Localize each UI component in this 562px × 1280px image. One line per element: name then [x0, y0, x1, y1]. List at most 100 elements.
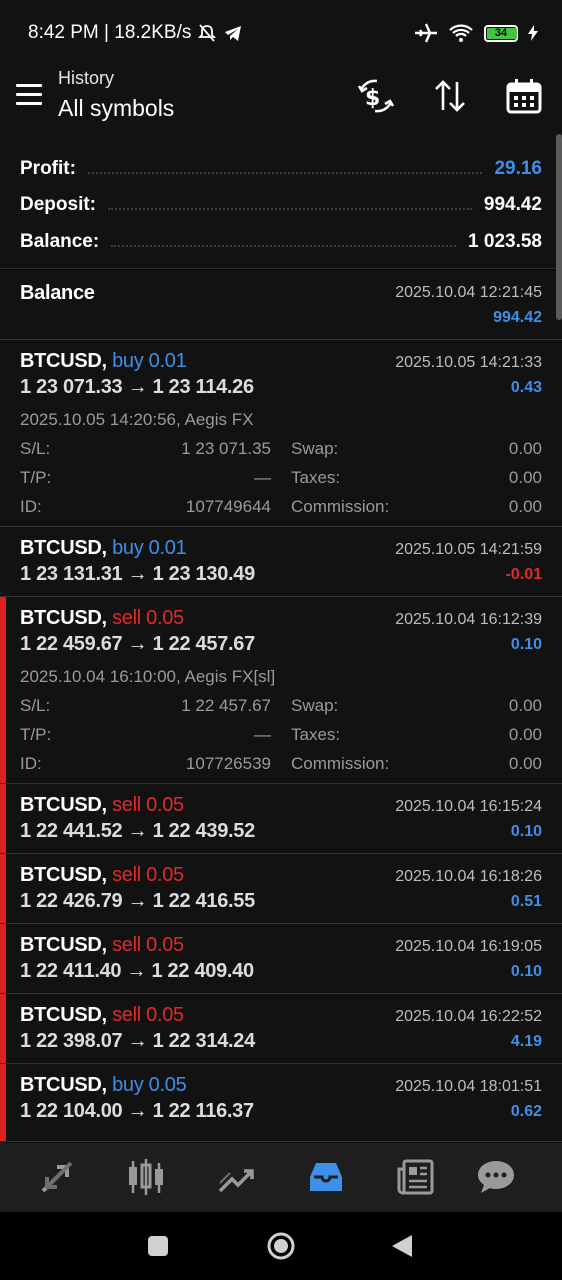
charging-icon — [528, 25, 538, 41]
deal-prices: 1 23 131.31 → 1 23 130.49 — [20, 563, 255, 585]
deal-time: 2025.10.05 14:21:33 — [395, 354, 542, 371]
deal-profit: 0.43 — [510, 379, 542, 396]
dotted-leader — [108, 208, 472, 210]
deal-profit: 994.42 — [493, 309, 542, 326]
list-item[interactable]: BTCUSD, sell 0.05 1 22 459.67 → 1 22 457… — [0, 597, 562, 784]
home-icon[interactable] — [266, 1231, 296, 1261]
deals-list[interactable]: Balance 2025.10.04 12:21:45 994.42 BTCUS… — [0, 270, 562, 1143]
dotted-leader — [111, 245, 457, 247]
svg-text:$: $ — [365, 86, 380, 111]
status-left: 8:42 PM | 18.2KB/s — [28, 22, 243, 44]
battery-level: 34 — [494, 27, 508, 39]
deal-direction: sell 0.05 — [112, 934, 184, 956]
battery-icon: 34 — [484, 24, 518, 42]
system-nav-bar — [0, 1212, 562, 1280]
chat-icon[interactable] — [474, 1155, 518, 1199]
balance-value: 1 023.58 — [468, 231, 542, 252]
deal-direction: sell 0.05 — [112, 864, 184, 886]
currency-exchange-icon[interactable]: $ — [356, 76, 396, 116]
quotes-icon[interactable] — [35, 1155, 79, 1199]
swap-row: Swap: 0.00 — [291, 696, 542, 715]
deal-symbol: BTCUSD, sell 0.05 — [20, 934, 184, 956]
profit-label: Profit: — [20, 158, 76, 179]
list-item[interactable]: BTCUSD, sell 0.05 1 22 398.07 → 1 22 314… — [0, 994, 562, 1064]
sl-row: S/L: 1 23 071.35 — [20, 439, 271, 458]
list-item[interactable]: BTCUSD, sell 0.05 1 22 411.40 → 1 22 409… — [0, 924, 562, 994]
deal-symbol: BTCUSD, sell 0.05 — [20, 607, 184, 629]
dotted-leader — [87, 172, 483, 174]
deal-profit: 4.19 — [510, 1033, 542, 1050]
sl-row: S/L: 1 22 457.67 — [20, 696, 271, 715]
deal-open-info: 2025.10.04 16:10:00, Aegis FX[sl] — [20, 667, 276, 686]
deal-profit: -0.01 — [505, 566, 542, 583]
deal-direction: buy 0.01 — [112, 350, 187, 372]
trade-icon[interactable] — [214, 1155, 258, 1199]
commission-row: Commission: 0.00 — [291, 754, 542, 773]
deal-profit: 0.10 — [510, 823, 542, 840]
commission-row: Commission: 0.00 — [291, 497, 542, 516]
scrollbar[interactable] — [556, 134, 562, 320]
deal-prices: 1 22 411.40 → 1 22 409.40 — [20, 960, 254, 982]
deal-direction: sell 0.05 — [112, 607, 184, 629]
deposit-label: Deposit: — [20, 194, 96, 215]
deposit-value: 994.42 — [483, 194, 542, 215]
page-title[interactable]: All symbols — [58, 95, 174, 122]
deal-profit: 0.10 — [510, 636, 542, 653]
back-icon[interactable] — [390, 1233, 414, 1259]
status-right: 34 — [414, 22, 538, 44]
deal-direction: buy 0.05 — [112, 1074, 187, 1096]
deal-prices: 1 22 459.67 → 1 22 457.67 — [20, 633, 255, 655]
deal-prices: 1 23 071.33 → 1 23 114.26 — [20, 376, 254, 398]
deal-symbol: BTCUSD, buy 0.01 — [20, 537, 187, 559]
balance-row: Balance: 1 023.58 — [20, 223, 542, 253]
swap-row: Swap: 0.00 — [291, 439, 542, 458]
deal-prices: 1 22 104.00 → 1 22 116.37 — [20, 1100, 254, 1122]
deal-open-info: 2025.10.05 14:20:56, Aegis FX — [20, 410, 254, 429]
list-item[interactable]: BTCUSD, buy 0.01 1 23 131.31 → 1 23 130.… — [0, 527, 562, 597]
deal-symbol: BTCUSD, buy 0.05 — [20, 1074, 187, 1096]
tp-row: T/P: — — [20, 468, 271, 487]
deal-direction: sell 0.05 — [112, 794, 184, 816]
calendar-icon[interactable] — [504, 76, 544, 116]
deal-direction: sell 0.05 — [112, 1004, 184, 1026]
deal-time: 2025.10.05 14:21:59 — [395, 541, 542, 558]
balance-label: Balance: — [20, 231, 100, 252]
deposit-row: Deposit: 994.42 — [20, 186, 542, 216]
deal-prices: 1 22 398.07 → 1 22 314.24 — [20, 1030, 255, 1052]
deal-profit: 0.10 — [510, 963, 542, 980]
deal-time: 2025.10.04 16:15:24 — [395, 798, 542, 815]
taxes-row: Taxes: 0.00 — [291, 468, 542, 487]
chart-icon[interactable] — [124, 1155, 168, 1199]
sort-icon[interactable] — [430, 76, 470, 116]
menu-icon[interactable] — [16, 84, 42, 106]
taxes-row: Taxes: 0.00 — [291, 725, 542, 744]
tp-row: T/P: — — [20, 725, 271, 744]
deal-symbol: BTCUSD, sell 0.05 — [20, 864, 184, 886]
id-row: ID: 107726539 — [20, 754, 271, 773]
airplane-icon — [415, 23, 437, 43]
list-item[interactable]: BTCUSD, sell 0.05 1 22 426.79 → 1 22 416… — [0, 854, 562, 924]
deal-profit: 0.62 — [510, 1103, 542, 1120]
id-row: ID: 107749644 — [20, 497, 271, 516]
bottom-navigation — [0, 1143, 562, 1212]
bell-off-icon — [198, 24, 217, 42]
deal-time: 2025.10.04 16:22:52 — [395, 1008, 542, 1025]
deal-time: 2025.10.04 12:21:45 — [395, 284, 542, 301]
list-item[interactable]: BTCUSD, buy 0.05 1 22 104.00 → 1 22 116.… — [0, 1064, 562, 1142]
history-icon[interactable] — [304, 1155, 348, 1199]
deal-profit: 0.51 — [510, 893, 542, 910]
deal-time: 2025.10.04 16:18:26 — [395, 868, 542, 885]
deal-time: 2025.10.04 18:01:51 — [395, 1078, 542, 1095]
list-item[interactable]: BTCUSD, buy 0.01 1 23 071.33 → 1 23 114.… — [0, 340, 562, 527]
deal-symbol: BTCUSD, sell 0.05 — [20, 1004, 184, 1026]
news-icon[interactable] — [394, 1155, 438, 1199]
list-item[interactable]: BTCUSD, sell 0.05 1 22 441.52 → 1 22 439… — [0, 784, 562, 854]
list-item-balance[interactable]: Balance 2025.10.04 12:21:45 994.42 — [0, 270, 562, 340]
deal-symbol: BTCUSD, sell 0.05 — [20, 794, 184, 816]
summary-panel: Profit: 29.16 Deposit: 994.42 Balance: 1… — [0, 136, 562, 269]
deal-prices: 1 22 426.79 → 1 22 416.55 — [20, 890, 255, 912]
status-time: 8:42 PM | 18.2KB/s — [28, 22, 192, 43]
recents-icon[interactable] — [146, 1234, 170, 1258]
deal-symbol: BTCUSD, buy 0.01 — [20, 350, 187, 372]
deal-symbol: Balance — [20, 282, 95, 304]
